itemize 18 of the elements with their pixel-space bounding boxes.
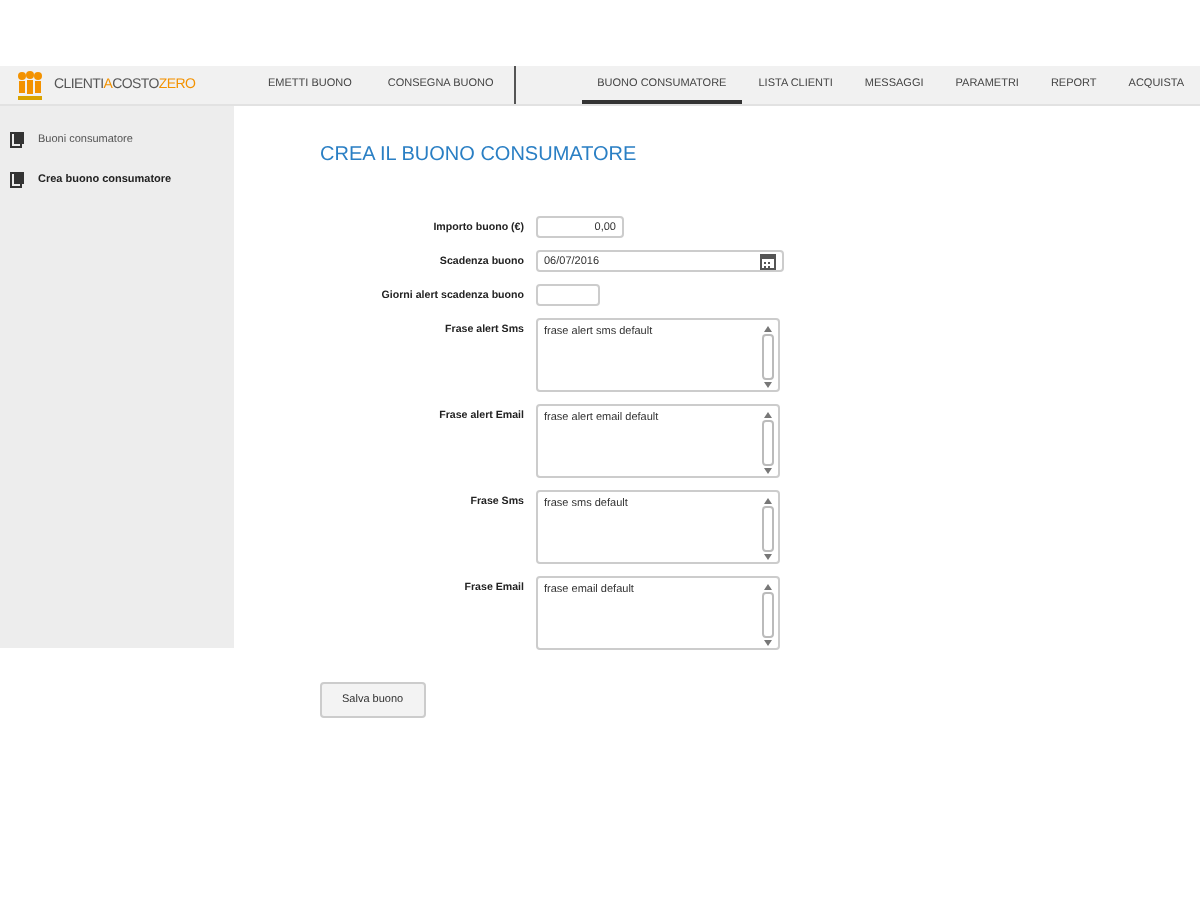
scrollbar[interactable] <box>762 326 774 388</box>
down-arrow-icon[interactable] <box>764 640 772 646</box>
document-icon <box>10 172 24 188</box>
scrollbar[interactable] <box>762 498 774 560</box>
input-field[interactable] <box>536 284 600 306</box>
down-arrow-icon[interactable] <box>764 468 772 474</box>
page-title: CREA IL BUONO CONSUMATORE <box>320 144 639 166</box>
up-arrow-icon[interactable] <box>764 412 772 418</box>
up-arrow-icon[interactable] <box>764 326 772 332</box>
up-arrow-icon[interactable] <box>764 584 772 590</box>
document-icon <box>10 132 24 148</box>
calendar-icon <box>760 253 776 269</box>
scrollbar[interactable] <box>762 412 774 474</box>
up-arrow-icon[interactable] <box>764 498 772 504</box>
down-arrow-icon[interactable] <box>764 554 772 560</box>
scrollbar[interactable] <box>762 584 774 646</box>
down-arrow-icon[interactable] <box>764 382 772 388</box>
people-logo-icon <box>14 69 46 101</box>
